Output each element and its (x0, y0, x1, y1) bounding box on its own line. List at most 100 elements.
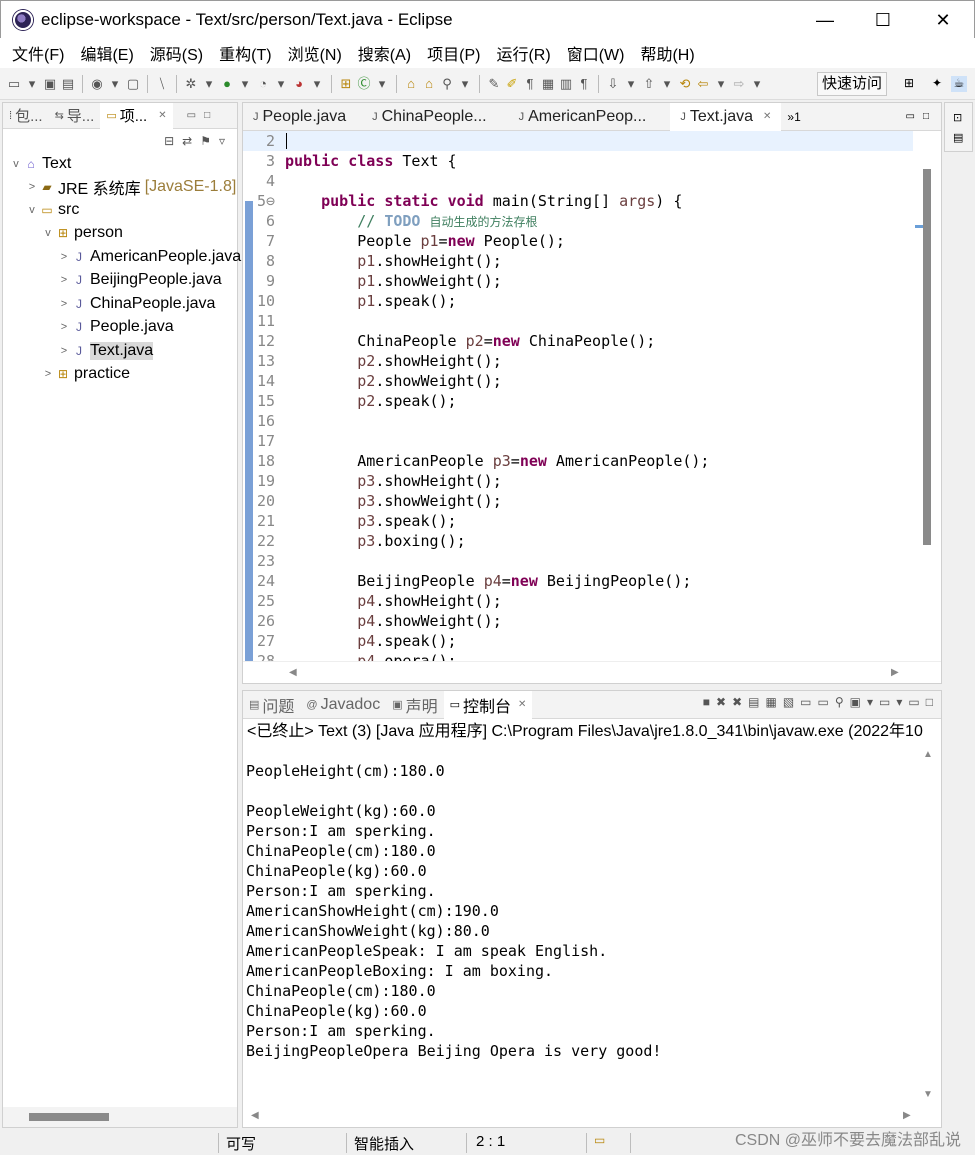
tree-item-people[interactable]: > J People.java (57, 316, 174, 338)
tree-item-beijingpeople[interactable]: > J BeijingPeople.java (57, 269, 222, 291)
tab-package-explorer[interactable]: ⁞ 包... (3, 103, 49, 129)
tab-americanpeople-java[interactable]: J AmericanPeop... (509, 103, 657, 131)
menu-edit[interactable]: 编辑(E) (72, 41, 141, 65)
code-line[interactable]: 5⊖ public static void main(String[] args… (243, 191, 913, 211)
coverage-icon[interactable]: ◔ (255, 76, 271, 92)
dropdown-icon[interactable]: ▾ (237, 76, 253, 92)
java-ee-perspective-icon[interactable]: ✦ (929, 76, 945, 92)
minimize-view-icon[interactable]: ▭ (906, 111, 915, 122)
code-text[interactable]: p1.showHeight(); (285, 251, 502, 271)
word-wrap-icon[interactable]: ▧ (783, 695, 794, 709)
code-line[interactable]: 21 p3.speak(); (243, 511, 913, 531)
skip-breakpoints-icon[interactable]: ⧹ (154, 76, 170, 92)
code-line[interactable]: 12 ChinaPeople p2=new ChinaPeople(); (243, 331, 913, 351)
scroll-lock-icon[interactable]: ▦ (765, 695, 776, 709)
menu-refactor[interactable]: 重构(T) (211, 41, 279, 65)
tree-item-chinapeople[interactable]: > J ChinaPeople.java (57, 293, 216, 315)
dropdown-icon[interactable]: ▾ (374, 76, 390, 92)
dropdown-icon[interactable]: ▾ (457, 76, 473, 92)
tree-item-americanpeople[interactable]: > J AmericanPeople.java (57, 246, 241, 268)
code-text[interactable]: p4.opera(); (285, 651, 456, 661)
twisty-icon[interactable]: > (57, 251, 71, 263)
code-text[interactable]: p1.speak(); (285, 291, 456, 311)
scroll-right-icon[interactable]: ▶ (891, 667, 899, 678)
twisty-icon[interactable]: v (9, 158, 23, 170)
dropdown-icon[interactable]: ▾ (309, 76, 325, 92)
collapse-all-icon[interactable]: ⊟ (164, 134, 174, 148)
task-list-icon[interactable]: ▤ (953, 131, 963, 144)
code-text[interactable]: public static void main(String[] args) { (285, 191, 682, 211)
tree-item-text-project[interactable]: v ⌂ Text (9, 153, 71, 175)
code-line[interactable]: 22 p3.boxing(); (243, 531, 913, 551)
java-perspective-icon[interactable]: ☕ (951, 76, 967, 92)
scroll-down-icon[interactable]: ▼ (923, 1089, 933, 1100)
horizontal-scrollbar[interactable]: ◀ ▶ (243, 1105, 941, 1127)
dropdown-icon[interactable]: ▾ (659, 76, 675, 92)
minimize-view-icon[interactable]: ▭ (908, 695, 919, 709)
minimize-button[interactable]: — (795, 1, 855, 39)
twisty-icon[interactable]: > (57, 321, 71, 333)
highlight-icon[interactable]: ✐ (504, 76, 520, 92)
prev-annotation-icon[interactable]: ⇧ (641, 76, 657, 92)
scrollbar-thumb[interactable] (923, 169, 931, 545)
outline-view-icon[interactable]: ⊡ (953, 111, 962, 124)
code-line[interactable]: 9 p1.showWeight(); (243, 271, 913, 291)
new-class-icon[interactable]: Ⓒ (356, 76, 372, 92)
code-line[interactable]: 11 (243, 311, 913, 331)
clear-console-icon[interactable]: ▤ (748, 695, 759, 709)
external-tools-icon[interactable]: ◕ (291, 76, 307, 92)
code-line[interactable]: 6 // TODO 自动生成的方法存根 (243, 211, 913, 231)
vertical-scrollbar[interactable]: ▲ ▼ (917, 745, 941, 1105)
code-line[interactable]: 14 p2.showWeight(); (243, 371, 913, 391)
minimize-view-icon[interactable]: ▭ (187, 110, 196, 121)
overview-marker[interactable] (915, 225, 923, 228)
maximize-view-icon[interactable]: □ (926, 695, 933, 709)
code-text[interactable]: p3.showWeight(); (285, 491, 502, 511)
tab-chinapeople-java[interactable]: J ChinaPeople... (362, 103, 496, 131)
code-text[interactable]: p2.showHeight(); (285, 351, 502, 371)
code-line[interactable]: 13 p2.showHeight(); (243, 351, 913, 371)
terminal-icon[interactable]: ▢ (125, 76, 141, 92)
block-select-icon[interactable]: ▦ (540, 76, 556, 92)
tab-problems[interactable]: ▤ 问题 (243, 691, 300, 719)
dropdown-icon[interactable]: ▾ (273, 76, 289, 92)
scrollbar-thumb[interactable] (29, 1113, 109, 1121)
code-line[interactable]: 10 p1.speak(); (243, 291, 913, 311)
menu-navigate[interactable]: 浏览(N) (280, 41, 350, 65)
dropdown-icon[interactable]: ▾ (623, 76, 639, 92)
quick-access-field[interactable]: 快速访问 (816, 72, 887, 96)
twisty-icon[interactable]: > (57, 298, 71, 310)
code-text[interactable]: p4.showHeight(); (285, 591, 502, 611)
save-all-icon[interactable]: ▤ (60, 76, 76, 92)
dropdown-icon[interactable]: ▾ (713, 76, 729, 92)
dropdown-icon[interactable]: ▾ (896, 695, 902, 709)
code-line[interactable]: 18 AmericanPeople p3=new AmericanPeople(… (243, 451, 913, 471)
progress-icon[interactable]: ▭ (594, 1133, 605, 1147)
twisty-icon[interactable]: v (41, 227, 55, 239)
code-line[interactable]: 2 (243, 131, 913, 151)
run-icon[interactable]: ● (219, 76, 235, 92)
menu-search[interactable]: 搜索(A) (350, 41, 419, 65)
code-text[interactable]: People p1=new People(); (285, 231, 565, 251)
twisty-icon[interactable]: > (57, 345, 71, 357)
tree-item-text-java[interactable]: > J Text.java (57, 340, 154, 362)
maximize-view-icon[interactable]: □ (204, 110, 210, 121)
tab-javadoc[interactable]: @ Javadoc (300, 691, 386, 719)
search-icon[interactable]: ⚲ (439, 76, 455, 92)
code-text[interactable]: p2.speak(); (285, 391, 456, 411)
menu-run[interactable]: 运行(R) (488, 41, 558, 65)
scroll-left-icon[interactable]: ◀ (289, 667, 297, 678)
open-console-icon[interactable]: ▭ (879, 695, 890, 709)
code-line[interactable]: 24 BeijingPeople p4=new BeijingPeople(); (243, 571, 913, 591)
twisty-icon[interactable]: v (25, 204, 39, 216)
tree-item-practice[interactable]: > ⊞ practice (41, 363, 130, 385)
pilcrow-icon[interactable]: ¶ (576, 76, 592, 92)
view-menu-icon[interactable]: ▿ (219, 134, 225, 148)
back-icon[interactable]: ⇦ (695, 76, 711, 92)
code-text[interactable]: p3.boxing(); (285, 531, 465, 551)
debug-icon[interactable]: ✲ (183, 76, 199, 92)
tab-people-java[interactable]: J People.java (243, 103, 356, 131)
code-line[interactable]: 15 p2.speak(); (243, 391, 913, 411)
close-icon[interactable]: ✕ (158, 110, 166, 121)
close-button[interactable]: ✕ (913, 1, 973, 39)
